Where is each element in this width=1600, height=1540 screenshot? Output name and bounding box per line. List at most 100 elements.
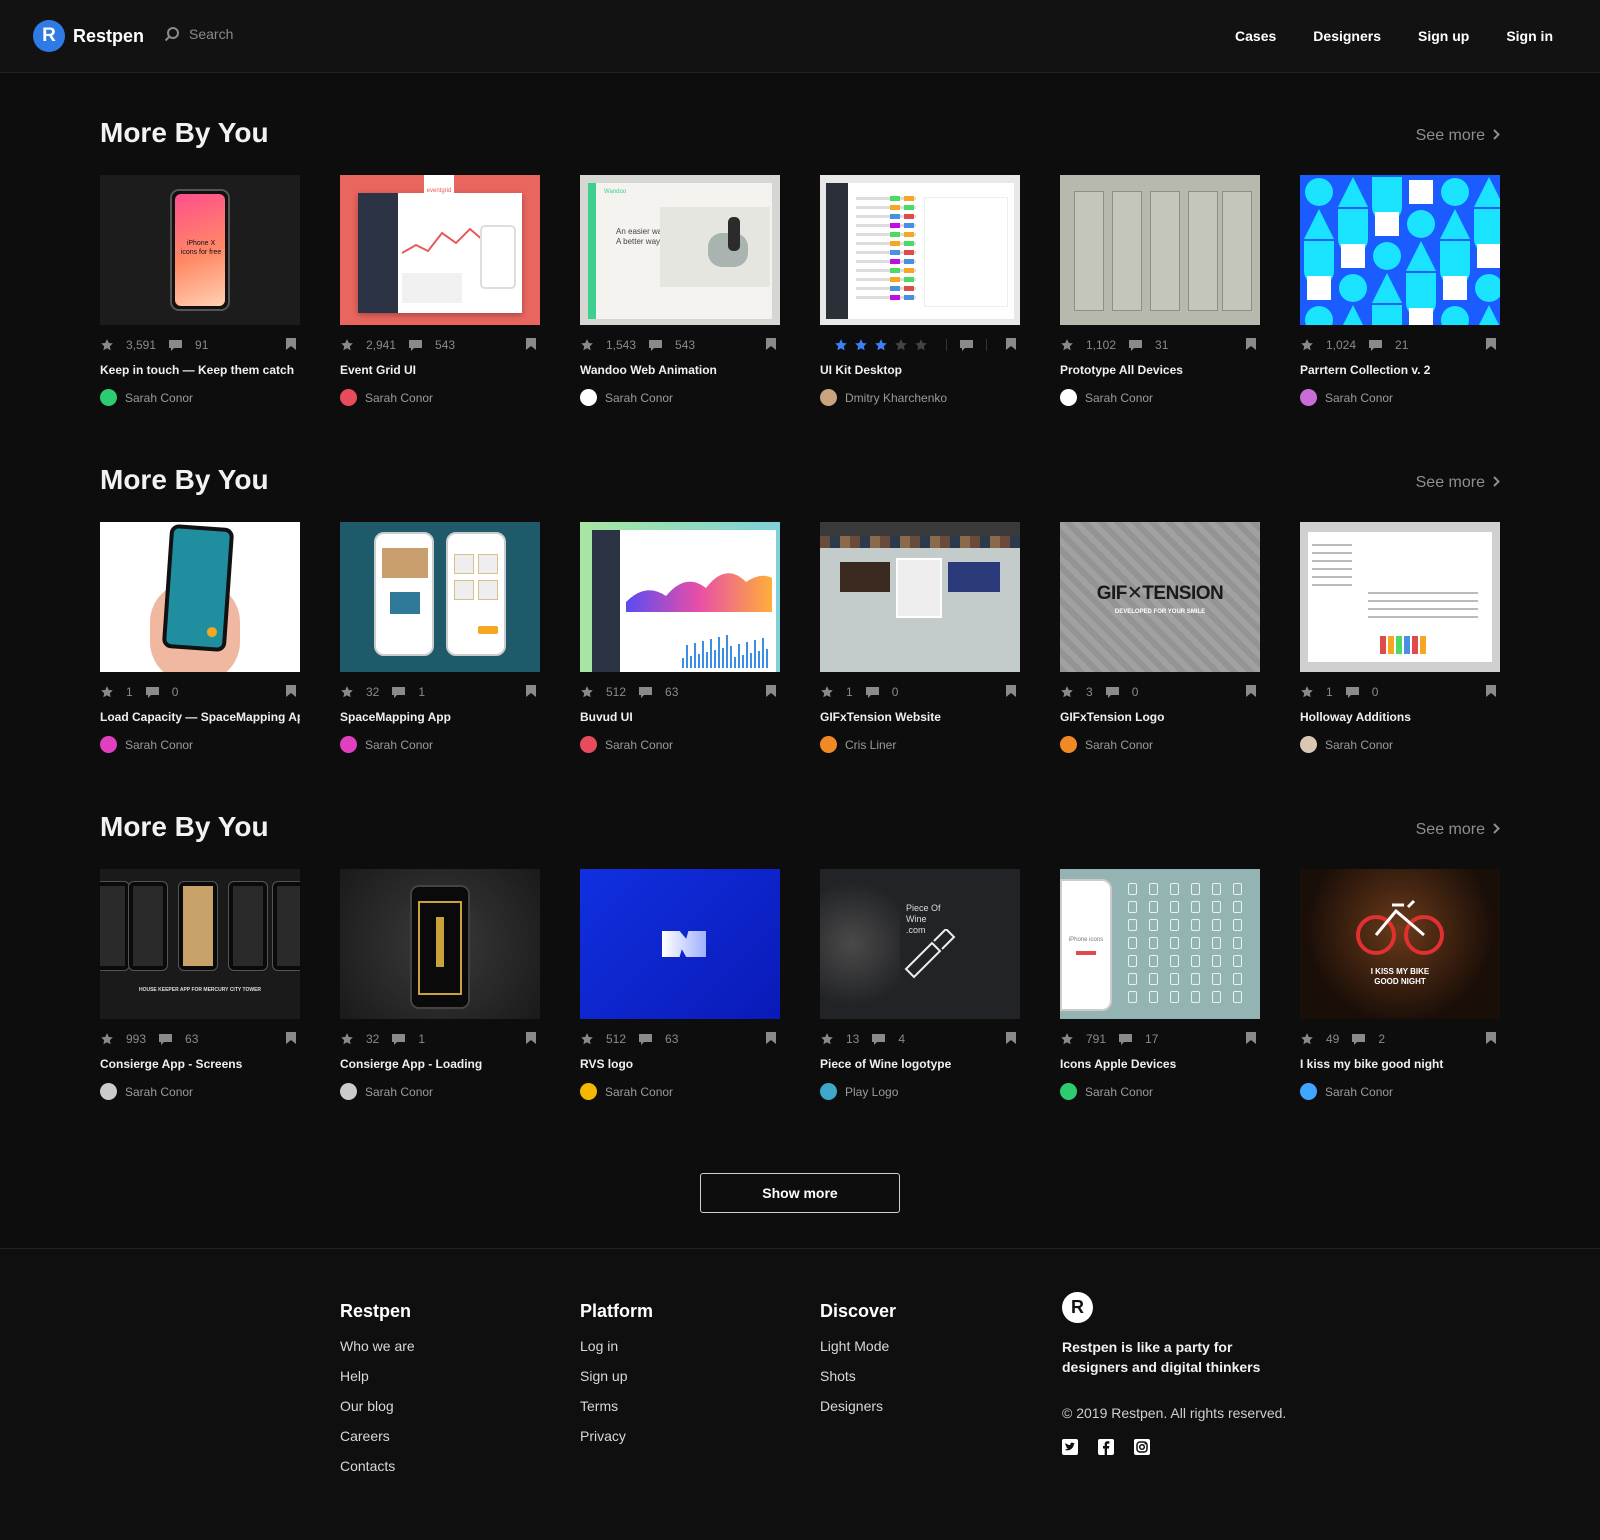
bookmark-icon[interactable]	[526, 338, 536, 353]
footer-link-privacy[interactable]: Privacy	[580, 1428, 653, 1444]
footer-link-help[interactable]: Help	[340, 1368, 415, 1384]
likes[interactable]: 1,024	[1300, 338, 1356, 352]
see-more-link[interactable]: See more	[1416, 127, 1500, 145]
shot-author[interactable]: Sarah Conor	[1300, 1083, 1500, 1100]
shot-thumbnail[interactable]	[340, 522, 540, 672]
shot-title[interactable]: Event Grid UI	[340, 363, 540, 377]
comments[interactable]: 0	[865, 685, 898, 699]
comments[interactable]: 21	[1368, 338, 1408, 352]
bookmark-icon[interactable]	[526, 1032, 536, 1047]
shot-author[interactable]: Dmitry Kharchenko	[820, 389, 1020, 406]
shot-author[interactable]: Sarah Conor	[1300, 736, 1500, 753]
shot-thumbnail[interactable]	[580, 869, 780, 1019]
rating-star-icon[interactable]	[854, 338, 868, 352]
likes[interactable]: 13	[820, 1032, 859, 1046]
shot-thumbnail[interactable]	[100, 522, 300, 672]
likes[interactable]: 32	[340, 685, 379, 699]
shot-thumbnail[interactable]	[1060, 175, 1260, 325]
see-more-link[interactable]: See more	[1416, 821, 1500, 839]
shot-thumbnail[interactable]: Piece Of Wine .com	[820, 869, 1020, 1019]
likes[interactable]: 512	[580, 1032, 626, 1046]
rating-star-icon[interactable]	[834, 338, 848, 352]
comment-icon[interactable]	[959, 339, 974, 352]
shot-title[interactable]: I kiss my bike good night	[1300, 1057, 1500, 1071]
comments[interactable]: 543	[648, 338, 695, 352]
comments[interactable]: 1	[391, 1032, 425, 1046]
rating-star-icon[interactable]	[874, 338, 888, 352]
shot-author[interactable]: Sarah Conor	[580, 389, 780, 406]
shot-title[interactable]: Buvud UI	[580, 710, 780, 724]
shot-author[interactable]: Sarah Conor	[340, 389, 540, 406]
shot-title[interactable]: Parrtern Collection v. 2	[1300, 363, 1500, 377]
bookmark-icon[interactable]	[1006, 685, 1016, 700]
bookmark-icon[interactable]	[766, 338, 776, 353]
likes[interactable]: 3	[1060, 685, 1093, 699]
facebook-icon[interactable]	[1098, 1439, 1114, 1455]
shot-title[interactable]: GIFxTension Logo	[1060, 710, 1260, 724]
bookmark-icon[interactable]	[1006, 338, 1016, 353]
shot-author[interactable]: Sarah Conor	[340, 736, 540, 753]
shot-thumbnail[interactable]	[1300, 175, 1500, 325]
twitter-icon[interactable]	[1062, 1439, 1078, 1455]
search-input[interactable]: Search	[189, 26, 233, 42]
likes[interactable]: 1	[820, 685, 853, 699]
likes[interactable]: 2,941	[340, 338, 396, 352]
comments[interactable]: 0	[1345, 685, 1378, 699]
rating-star-icon[interactable]	[914, 338, 928, 352]
shot-title[interactable]: Consierge App - Loading	[340, 1057, 540, 1071]
shot-thumbnail[interactable]: GIF✕TENSION DEVELOPED FOR YOUR SMILE	[1060, 522, 1260, 672]
shot-title[interactable]: Icons Apple Devices	[1060, 1057, 1260, 1071]
shot-author[interactable]: Sarah Conor	[580, 736, 780, 753]
likes[interactable]: 791	[1060, 1032, 1106, 1046]
bookmark-icon[interactable]	[286, 1032, 296, 1047]
bookmark-icon[interactable]	[1486, 1032, 1496, 1047]
show-more-button[interactable]: Show more	[700, 1173, 900, 1213]
shot-thumbnail[interactable]: eventgrid	[340, 175, 540, 325]
shot-author[interactable]: Cris Liner	[820, 736, 1020, 753]
shot-thumbnail[interactable]	[580, 522, 780, 672]
nav-sign-in[interactable]: Sign in	[1506, 28, 1553, 44]
shot-thumbnail[interactable]	[820, 522, 1020, 672]
shot-author[interactable]: Sarah Conor	[100, 389, 300, 406]
nav-sign-up[interactable]: Sign up	[1418, 28, 1469, 44]
shot-title[interactable]: Holloway Additions	[1300, 710, 1500, 724]
shot-author[interactable]: Sarah Conor	[100, 1083, 300, 1100]
shot-author[interactable]: Sarah Conor	[100, 736, 300, 753]
bookmark-icon[interactable]	[1006, 1032, 1016, 1047]
shot-thumbnail[interactable]	[1300, 522, 1500, 672]
shot-author[interactable]: Sarah Conor	[1300, 389, 1500, 406]
comments[interactable]: 0	[1105, 685, 1138, 699]
shot-title[interactable]: Prototype All Devices	[1060, 363, 1260, 377]
bookmark-icon[interactable]	[1486, 338, 1496, 353]
shot-title[interactable]: Piece of Wine logotype	[820, 1057, 1020, 1071]
brand-logo[interactable]: R Restpen	[33, 20, 144, 52]
shot-thumbnail[interactable]: iPhone icons	[1060, 869, 1260, 1019]
shot-title[interactable]: SpaceMapping App	[340, 710, 540, 724]
shot-thumbnail[interactable]: HOUSE KEEPER APP FOR MERCURY CITY TOWER	[100, 869, 300, 1019]
footer-link-terms[interactable]: Terms	[580, 1398, 653, 1414]
likes[interactable]: 1,102	[1060, 338, 1116, 352]
footer-link-shots[interactable]: Shots	[820, 1368, 896, 1384]
comments[interactable]: 31	[1128, 338, 1168, 352]
shot-thumbnail[interactable]: I KISS MY BIKE GOOD NIGHT	[1300, 869, 1500, 1019]
footer-link-designers[interactable]: Designers	[820, 1398, 896, 1414]
footer-link-who-we-are[interactable]: Who we are	[340, 1338, 415, 1354]
likes[interactable]: 1	[100, 685, 133, 699]
comments[interactable]: 17	[1118, 1032, 1158, 1046]
likes[interactable]: 993	[100, 1032, 146, 1046]
shot-thumbnail[interactable]: Wandoo An easier way to borrow. A better…	[580, 175, 780, 325]
bookmark-icon[interactable]	[1486, 685, 1496, 700]
see-more-link[interactable]: See more	[1416, 474, 1500, 492]
shot-author[interactable]: Sarah Conor	[1060, 736, 1260, 753]
shot-author[interactable]: Sarah Conor	[580, 1083, 780, 1100]
shot-author[interactable]: Play Logo	[820, 1083, 1020, 1100]
comments[interactable]: 2	[1351, 1032, 1385, 1046]
shot-author[interactable]: Sarah Conor	[1060, 389, 1260, 406]
shot-thumbnail[interactable]	[820, 175, 1020, 325]
restpen-logo-icon[interactable]: R	[1062, 1292, 1093, 1323]
rating-star-icon[interactable]	[894, 338, 908, 352]
comments[interactable]: 91	[168, 338, 208, 352]
nav-designers[interactable]: Designers	[1313, 28, 1381, 44]
shot-thumbnail[interactable]: iPhone X icons for free	[100, 175, 300, 325]
comments[interactable]: 0	[145, 685, 178, 699]
